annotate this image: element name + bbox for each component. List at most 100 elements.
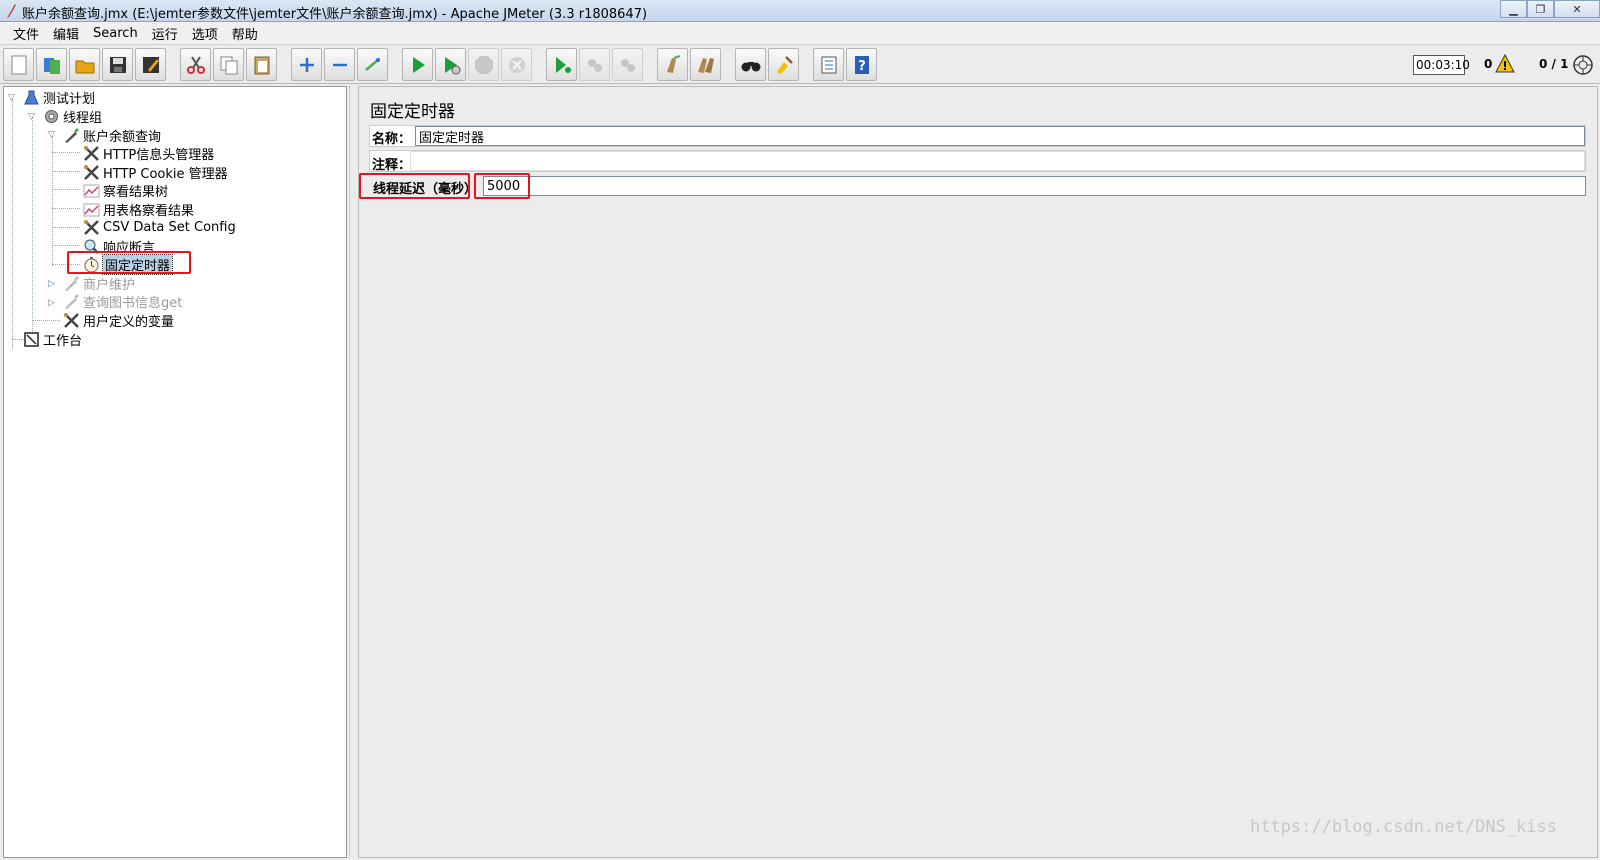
split-pane-divider[interactable] — [349, 86, 357, 858]
start-no-timers-icon — [444, 56, 460, 74]
function-helper-button[interactable] — [813, 48, 844, 81]
menu-options[interactable]: 选项 — [185, 24, 225, 43]
highlight-annotation — [67, 251, 191, 274]
tree-connector — [32, 117, 33, 339]
templates-button[interactable] — [36, 48, 67, 81]
tree-node-workbench[interactable]: 工作台 — [22, 330, 82, 349]
new-icon — [11, 55, 26, 74]
svg-text:?: ? — [858, 59, 866, 74]
pipette-icon — [62, 127, 80, 145]
save-as-button[interactable] — [135, 48, 166, 81]
warning-icon[interactable] — [1495, 54, 1515, 74]
clear-all-button[interactable] — [690, 48, 721, 81]
save-button[interactable] — [102, 48, 133, 81]
search-icon — [741, 61, 760, 71]
reset-search-button[interactable] — [768, 48, 799, 81]
tree-node-view-results-tree[interactable]: 察看结果树 — [82, 181, 168, 200]
remote-status-icon[interactable] — [1572, 54, 1594, 76]
pipette-icon — [62, 275, 80, 293]
start-button[interactable] — [402, 48, 433, 81]
comment-label: 注释： — [372, 158, 412, 173]
gear-icon — [42, 108, 60, 126]
shutdown-button[interactable] — [501, 48, 532, 81]
minimize-icon[interactable]: ▁ — [1500, 0, 1527, 18]
collapse-all-button[interactable] — [324, 48, 355, 81]
save-as-icon — [142, 56, 159, 73]
tree-node-view-results-table[interactable]: 用表格察看结果 — [82, 200, 194, 219]
tree-node-csv-data-set-config[interactable]: CSV Data Set Config — [82, 218, 236, 237]
tree-node-query-book-info[interactable]: 查询图书信息get — [62, 292, 182, 311]
tools-icon — [62, 312, 80, 330]
expand-toggle[interactable]: ▷ — [48, 299, 57, 308]
toggle-icon — [364, 57, 380, 71]
stop-button[interactable] — [468, 48, 499, 81]
comment-input[interactable] — [410, 151, 1585, 171]
menu-edit[interactable]: 编辑 — [46, 24, 86, 43]
tree-node-merchant-maintenance[interactable]: 商户维护 — [62, 274, 135, 293]
menu-search[interactable]: Search — [86, 26, 145, 41]
watermark: https://blog.csdn.net/DNS_kiss — [1249, 817, 1557, 837]
tree-node-user-defined-variables[interactable]: 用户定义的变量 — [62, 311, 174, 330]
toggle-button[interactable] — [357, 48, 388, 81]
paste-button[interactable] — [246, 48, 277, 81]
remote-stop-button[interactable] — [579, 48, 610, 81]
reset-search-icon — [776, 55, 793, 74]
expand-icon — [299, 57, 314, 72]
tree-node-test-plan[interactable]: 测试计划 — [22, 88, 95, 107]
tree-connector — [52, 171, 80, 172]
shutdown-icon — [508, 56, 525, 73]
tree-connector — [52, 152, 80, 153]
copy-button[interactable] — [213, 48, 244, 81]
cut-button[interactable] — [180, 48, 211, 81]
collapse-toggle[interactable]: ▽ — [28, 113, 37, 122]
tree-node-http-cookie-manager[interactable]: HTTP Cookie 管理器 — [82, 163, 228, 182]
collapse-icon — [332, 63, 347, 66]
start-no-timers-button[interactable] — [435, 48, 466, 81]
highlight-annotation — [474, 173, 530, 199]
collapse-toggle[interactable]: ▽ — [8, 94, 17, 103]
clear-all-icon — [697, 57, 714, 73]
chart-icon — [82, 201, 100, 219]
expand-all-button[interactable] — [291, 48, 322, 81]
menu-run[interactable]: 运行 — [145, 24, 185, 43]
tree-connector — [32, 320, 60, 321]
start-icon — [412, 56, 425, 73]
close-icon[interactable]: ✕ — [1554, 0, 1600, 18]
tree-node-thread-group[interactable]: 线程组 — [42, 107, 102, 126]
menu-file[interactable]: 文件 — [6, 24, 46, 43]
tree-connector — [52, 136, 53, 266]
window-title: 账户余额查询.jmx (E:\jemter参数文件\jemter文件\账户余额查… — [22, 7, 648, 22]
restore-icon[interactable]: ❐ — [1527, 0, 1554, 18]
save-icon — [109, 56, 126, 73]
remote-start-button[interactable] — [546, 48, 577, 81]
comment-row: 注释： — [369, 150, 1586, 173]
name-label: 名称： — [372, 132, 412, 147]
new-button[interactable] — [3, 48, 34, 81]
clear-button[interactable] — [657, 48, 688, 81]
jmeter-window: 账户余额查询.jmx (E:\jemter参数文件\jemter文件\账户余额查… — [0, 0, 1600, 860]
remote-shutdown-button[interactable] — [612, 48, 643, 81]
tree-node-balance-query[interactable]: 账户余额查询 — [62, 126, 161, 145]
open-button[interactable] — [69, 48, 100, 81]
paste-icon — [254, 56, 269, 74]
collapse-toggle[interactable]: ▽ — [48, 131, 57, 140]
test-plan-tree: ▽ ▽ ▽ ▷ ▷ 测试计划 线程组 账户余额查询 HTTP信息头管理器 HTT… — [3, 86, 347, 858]
help-button[interactable]: ? — [846, 48, 877, 81]
expand-toggle[interactable]: ▷ — [48, 280, 57, 289]
clear-icon — [666, 54, 680, 73]
tree-connector — [52, 189, 80, 190]
cut-icon — [186, 55, 205, 74]
delay-input[interactable] — [483, 176, 1586, 196]
menu-help[interactable]: 帮助 — [225, 24, 265, 43]
name-input[interactable] — [415, 126, 1585, 146]
search-button[interactable] — [735, 48, 766, 81]
open-icon — [75, 60, 94, 73]
panel-title: 固定定时器 — [370, 102, 455, 122]
active-threads: 0 / 1 — [1539, 57, 1569, 71]
stop-icon — [474, 55, 493, 74]
timer-config-panel: 固定定时器 名称： 注释： 线程延迟（毫秒） https://blog.csdn… — [358, 86, 1598, 858]
remote-shutdown-icon — [620, 58, 635, 72]
flask-icon — [22, 89, 40, 107]
elapsed-timer: 00:03:10 — [1413, 55, 1470, 75]
tree-node-http-header-manager[interactable]: HTTP信息头管理器 — [82, 144, 214, 163]
